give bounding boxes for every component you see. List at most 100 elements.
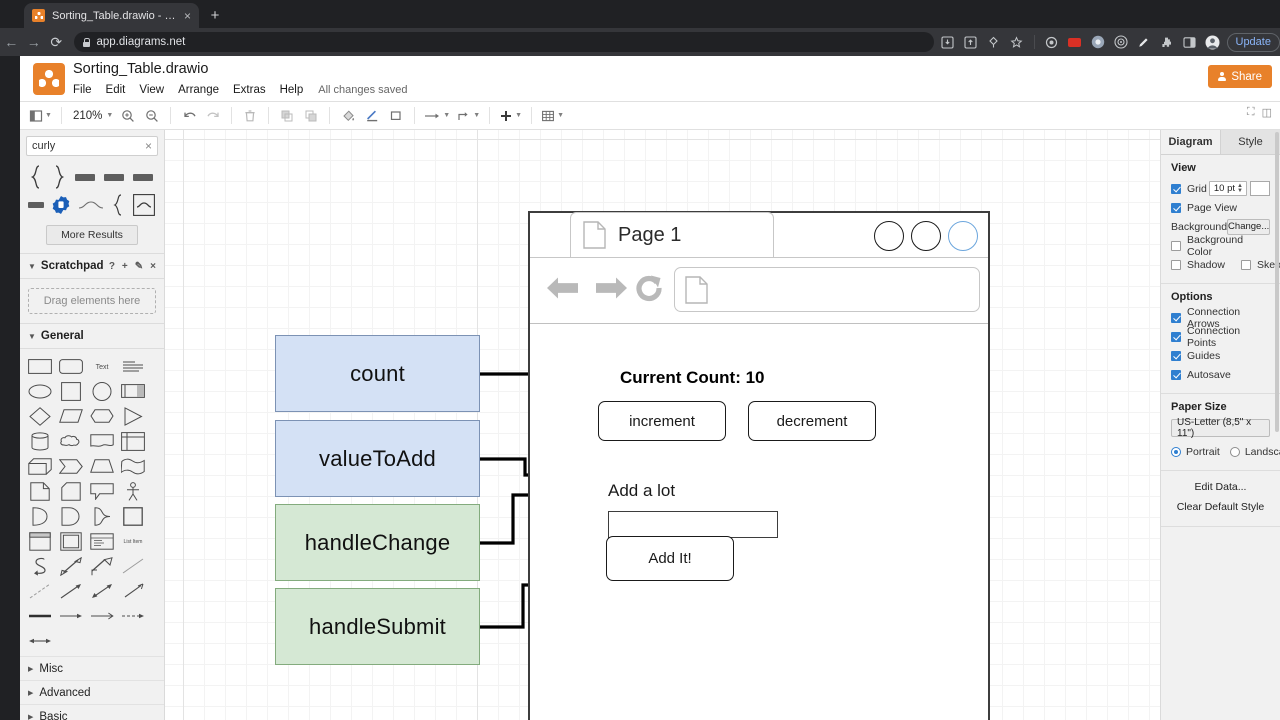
clear-default-style-button[interactable]: Clear Default Style [1171,498,1270,515]
shape-line-icon[interactable] [119,555,147,577]
window-button-circle-active[interactable] [948,221,978,251]
connection-arrows-row[interactable]: Connection Arrows [1171,306,1270,330]
shape-dashed-arrow-icon[interactable] [119,605,147,627]
menu-help[interactable]: Help [273,82,311,98]
shape-document-icon[interactable] [88,430,116,452]
address-bar[interactable]: app.diagrams.net [73,32,934,52]
shape-sketch-box-icon[interactable] [132,194,156,216]
increment-button[interactable]: increment [598,401,726,441]
mockup-page-tab[interactable]: Page 1 [570,212,774,257]
reload-icon[interactable]: ⟳ [45,35,68,49]
shape-internal-storage-icon[interactable] [119,430,147,452]
shape-double-arrow-line-icon[interactable] [88,580,116,602]
shape-rectangle-icon[interactable] [26,355,54,377]
search-input[interactable] [32,140,145,152]
forward-icon[interactable]: → [23,35,46,49]
to-front-button[interactable] [275,104,299,128]
to-back-button[interactable] [299,104,323,128]
shape-square-icon[interactable] [57,380,85,402]
shadow-button[interactable] [384,104,408,128]
cast-icon[interactable] [986,34,1002,50]
tab-style[interactable]: Style [1221,130,1280,154]
decrement-button[interactable]: decrement [748,401,876,441]
shape-hexagon-icon[interactable] [88,405,116,427]
shape-curly-right-icon[interactable] [51,165,67,189]
shape-process-icon[interactable] [119,380,147,402]
menu-file[interactable]: File [73,82,99,98]
zoom-out-button[interactable] [140,104,164,128]
redo-button[interactable] [201,104,225,128]
table-button[interactable]: ▼ [538,104,567,128]
extensions-puzzle-icon[interactable] [1044,34,1060,50]
sidepanel-icon[interactable] [1182,34,1198,50]
refresh-icon[interactable] [634,273,664,306]
shape-badge-icon[interactable] [51,196,71,214]
forward-arrow-icon[interactable] [595,274,628,305]
sidebar-item-basic[interactable]: ▶ Basic [20,704,164,720]
back-icon[interactable]: ← [0,35,23,49]
help-icon[interactable]: ? [109,261,115,272]
shape-h-arrow-open-icon[interactable] [88,605,116,627]
recording-icon[interactable] [1067,34,1083,50]
tab-diagram[interactable]: Diagram [1161,130,1221,154]
connection-points-row[interactable]: Connection Points [1171,325,1270,349]
shape-bar-icon[interactable] [103,173,125,181]
shape-thick-line-icon[interactable] [26,605,54,627]
shape-text-icon[interactable]: Text [88,355,116,377]
profile-circle-icon[interactable] [1090,34,1106,50]
line-color-button[interactable] [360,104,384,128]
install-icon[interactable] [940,34,956,50]
page-view-row[interactable]: Page View [1171,199,1270,216]
connection-arrows-checkbox[interactable] [1171,312,1181,323]
bookmark-star-icon[interactable] [1009,34,1025,50]
close-icon[interactable]: × [184,10,191,22]
zoom-dropdown-button[interactable]: 210% ▼ [68,104,116,128]
format-panel-scrollbar[interactable] [1275,132,1279,432]
shape-diamond-icon[interactable] [26,405,54,427]
window-button-circle[interactable] [874,221,904,251]
window-button-circle[interactable] [911,221,941,251]
guides-row[interactable]: Guides [1171,347,1270,364]
landscape-radio[interactable] [1229,446,1240,457]
back-arrow-icon[interactable] [546,274,579,305]
close-icon[interactable]: × [150,261,156,272]
node-handlesubmit[interactable]: handleSubmit [275,588,480,665]
shape-square2-icon[interactable] [119,505,147,527]
paper-size-select[interactable]: US-Letter (8,5" x 11") [1171,417,1270,439]
grid-size-input[interactable]: 10 pt ▲ ▼ [1209,181,1247,196]
edit-data-button[interactable]: Edit Data... [1171,478,1270,495]
menu-view[interactable]: View [132,82,171,98]
scratchpad-header[interactable]: ▼ Scratchpad ? + ✎ × [20,253,164,279]
stepper-icon[interactable]: ▲ ▼ [1236,183,1244,194]
sidebar-item-misc[interactable]: ▶ Misc [20,656,164,680]
shape-delay-icon[interactable] [57,505,85,527]
add-icon[interactable]: + [122,261,128,272]
shape-tape-icon[interactable] [119,455,147,477]
fill-color-button[interactable] [336,104,360,128]
target-icon[interactable] [1113,34,1129,50]
delete-button[interactable] [238,104,262,128]
shape-card-icon[interactable] [57,480,85,502]
background-color-row[interactable]: Background Color [1171,234,1270,258]
mockup-url-bar[interactable] [674,267,980,312]
edge-style-button[interactable]: ▼ [453,104,483,128]
page-view-checkbox[interactable] [1171,202,1181,213]
shape-or-icon[interactable] [26,505,54,527]
background-change-button[interactable]: Change... [1227,218,1271,235]
shape-list-item-icon[interactable]: List Item [119,530,147,552]
pen-icon[interactable] [1136,34,1152,50]
shape-bar-icon[interactable] [74,173,96,181]
shape-textbox-icon[interactable] [119,355,147,377]
more-results-button[interactable]: More Results [46,225,138,245]
fullscreen-icon[interactable]: ⛶ [1247,106,1255,119]
diagram-canvas[interactable]: count valueToAdd handleChange handleSubm… [165,130,1160,720]
browser-tab[interactable]: Sorting_Table.drawio - draw.io × [24,3,199,28]
shape-arrow-line-icon[interactable] [57,580,85,602]
mockup-browser-window[interactable]: Page 1 Current Count: 10 increment decre… [528,211,990,720]
insert-button[interactable]: ▼ [496,104,525,128]
update-button[interactable]: Update [1226,32,1280,52]
shape-window-icon[interactable] [88,530,116,552]
grid-checkbox[interactable] [1171,183,1181,194]
puzzle-icon[interactable] [1159,34,1175,50]
scratchpad-dropzone[interactable]: Drag elements here [28,288,156,314]
